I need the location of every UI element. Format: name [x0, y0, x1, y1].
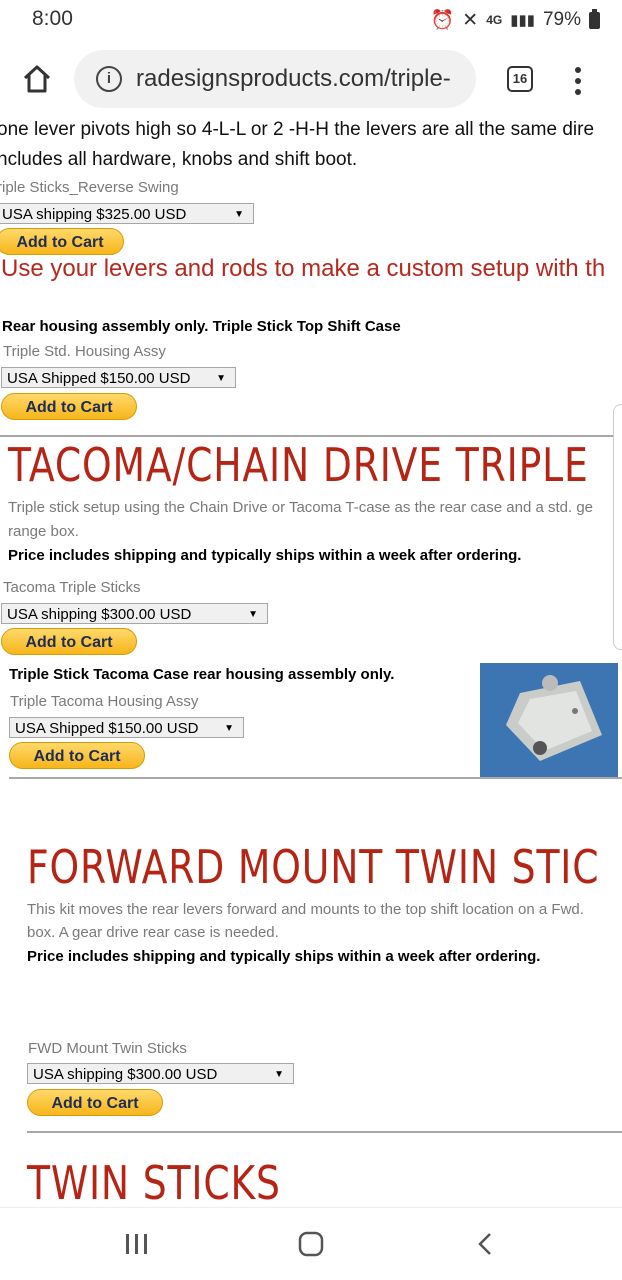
section-divider: [9, 777, 622, 779]
back-icon[interactable]: [476, 1232, 496, 1256]
signal-icon: ▮▮▮: [510, 12, 535, 29]
chevron-down-icon: ▼: [216, 373, 226, 384]
section-description: box. A gear drive rear case is needed.: [27, 924, 279, 941]
select-value: USA shipping $325.00 USD: [2, 206, 187, 223]
home-icon[interactable]: [22, 64, 52, 94]
section-heading: TACOMA/CHAIN DRIVE TRIPLE: [8, 438, 589, 492]
status-icons: ⏰ ✕ 4G ▮▮▮ 79%: [431, 8, 600, 32]
section-heading: TWIN STICKS: [27, 1156, 281, 1210]
section-title: Triple Stick Tacoma Case rear housing as…: [9, 666, 395, 683]
network-icon: 4G: [486, 13, 503, 27]
recents-icon[interactable]: [124, 1232, 150, 1256]
section-divider: [0, 435, 622, 437]
product-name: Tacoma Triple Sticks: [3, 579, 141, 596]
add-to-cart-button[interactable]: Add to Cart: [1, 393, 137, 420]
battery-percent: 79%: [542, 9, 581, 30]
chevron-down-icon: ▼: [248, 609, 258, 620]
section-description: This kit moves the rear levers forward a…: [27, 901, 584, 918]
add-to-cart-button[interactable]: Add to Cart: [1, 628, 137, 655]
shipping-select[interactable]: USA Shipped $150.00 USD ▼: [1, 367, 236, 388]
battery-icon: [589, 8, 600, 29]
mute-icon: ✕: [462, 9, 479, 31]
select-value: USA shipping $300.00 USD: [33, 1066, 218, 1083]
home-nav-icon[interactable]: [298, 1231, 324, 1257]
shipping-select[interactable]: USA Shipped $150.00 USD ▼: [9, 717, 244, 738]
product-name: Triple Std. Housing Assy: [3, 343, 166, 360]
price-note: Price includes shipping and typically sh…: [27, 948, 541, 965]
section-divider: [27, 1131, 622, 1133]
shipping-select[interactable]: USA shipping $300.00 USD ▼: [1, 603, 268, 624]
add-to-cart-button[interactable]: Add to Cart: [27, 1089, 163, 1116]
shipping-select[interactable]: USA shipping $325.00 USD ▼: [0, 203, 254, 224]
scroll-handle[interactable]: [613, 404, 622, 650]
add-to-cart-button[interactable]: Add to Cart: [0, 228, 124, 255]
chevron-down-icon: ▼: [234, 209, 244, 220]
description-line: one lever pivots high so 4-L-L or 2 -H-H…: [0, 119, 595, 140]
shipping-select[interactable]: USA shipping $300.00 USD ▼: [27, 1063, 294, 1084]
product-photo[interactable]: [480, 663, 618, 778]
description-line: ncludes all hardware, knobs and shift bo…: [0, 149, 358, 170]
status-time: 8:00: [32, 7, 73, 30]
chevron-down-icon: ▼: [224, 723, 234, 734]
product-name: Triple Tacoma Housing Assy: [10, 693, 199, 710]
url-text[interactable]: radesignsproducts.com/triple-: [136, 65, 451, 93]
product-name: FWD Mount Twin Sticks: [28, 1040, 187, 1057]
price-note: Price includes shipping and typically sh…: [8, 547, 522, 564]
status-bar: 8:00 ⏰ ✕ 4G ▮▮▮ 79%: [0, 0, 622, 40]
select-value: USA shipping $300.00 USD: [7, 606, 192, 623]
promo-text: Use your levers and rods to make a custo…: [1, 255, 606, 282]
select-value: USA Shipped $150.00 USD: [15, 720, 199, 737]
browser-toolbar: i radesignsproducts.com/triple- 16: [0, 40, 622, 120]
select-value: USA Shipped $150.00 USD: [7, 370, 191, 387]
info-icon[interactable]: i: [96, 66, 122, 92]
section-heading: FORWARD MOUNT TWIN STIC: [27, 840, 600, 894]
section-description: range box.: [8, 523, 79, 540]
alarm-icon: ⏰: [430, 10, 455, 31]
add-to-cart-button[interactable]: Add to Cart: [9, 742, 145, 769]
address-bar[interactable]: i radesignsproducts.com/triple-: [74, 50, 476, 108]
section-title: Rear housing assembly only. Triple Stick…: [2, 318, 401, 335]
product-name: riple Sticks_Reverse Swing: [0, 179, 179, 196]
overflow-menu-icon[interactable]: [575, 67, 581, 100]
system-nav-bar: [0, 1207, 622, 1280]
chevron-down-icon: ▼: [274, 1069, 284, 1080]
section-description: Triple stick setup using the Chain Drive…: [8, 499, 594, 516]
tab-switcher-button[interactable]: 16: [507, 66, 533, 92]
